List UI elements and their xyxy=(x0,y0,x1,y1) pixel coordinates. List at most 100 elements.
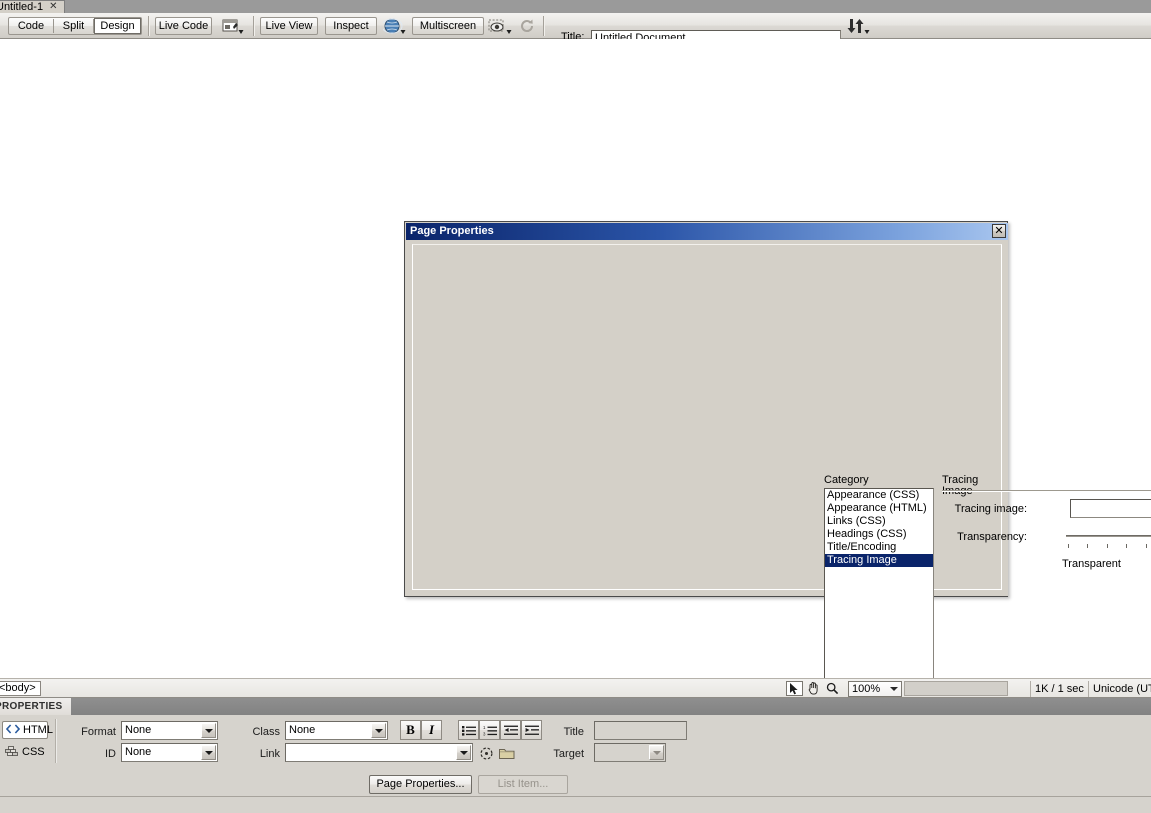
format-value: None xyxy=(125,724,152,736)
list-item-button: List Item... xyxy=(478,775,568,794)
css-grid-icon xyxy=(5,745,19,759)
panel-bottom-fill xyxy=(0,797,1151,813)
magnifier-icon[interactable] xyxy=(824,681,841,696)
italic-button[interactable]: I xyxy=(421,720,442,740)
refresh-icon[interactable] xyxy=(516,17,538,35)
multiscreen-button[interactable]: Multiscreen xyxy=(412,17,484,35)
live-view-label: Live View xyxy=(265,19,313,32)
chevron-down-icon[interactable] xyxy=(649,745,664,760)
bold-label: B xyxy=(406,722,415,737)
class-label: Class xyxy=(252,726,280,738)
properties-panel-title: PROPERTIES xyxy=(0,701,63,712)
unordered-list-icon[interactable] xyxy=(458,720,479,740)
transparency-slider-track[interactable] xyxy=(1066,535,1151,538)
tracing-image-label: Tracing image: xyxy=(954,503,1027,515)
properties-panel-divider xyxy=(55,719,57,763)
target-select[interactable] xyxy=(594,743,666,762)
class-select[interactable]: None xyxy=(285,721,388,740)
globe-browser-icon[interactable] xyxy=(382,17,408,35)
download-size-indicator: 1K / 1 sec xyxy=(1030,681,1087,697)
zoom-level-value: 100% xyxy=(852,682,881,695)
inspect-button[interactable]: Inspect xyxy=(325,17,377,35)
ordered-list-icon[interactable]: 1 3 xyxy=(479,720,500,740)
tab-split[interactable]: Split xyxy=(54,18,93,34)
category-item-label: Links (CSS) xyxy=(827,515,886,527)
toolbar-divider-2 xyxy=(253,16,255,36)
document-tab-label: Untitled-1 xyxy=(0,0,44,13)
outdent-icon[interactable] xyxy=(500,720,521,740)
tab-code-label: Code xyxy=(17,19,45,32)
tab-design[interactable]: Design xyxy=(94,18,141,34)
mode-html-label: HTML xyxy=(23,723,53,736)
encoding-label: Unicode (UTF xyxy=(1093,682,1151,695)
id-value: None xyxy=(125,746,152,758)
id-label: ID xyxy=(105,748,116,760)
tag-selector-label: <body> xyxy=(0,682,36,694)
multiscreen-label: Multiscreen xyxy=(419,19,477,32)
category-label: Category xyxy=(824,474,869,486)
dialog-titlebar[interactable]: Page Properties ✕ xyxy=(406,223,1008,240)
zoom-level-select[interactable]: 100% xyxy=(848,681,902,697)
download-progress-bar xyxy=(904,681,1008,696)
select-arrow-icon[interactable] xyxy=(786,681,803,696)
bold-button[interactable]: B xyxy=(400,720,421,740)
folder-icon[interactable] xyxy=(499,747,515,763)
chevron-down-icon[interactable] xyxy=(201,745,216,760)
dialog-title: Page Properties xyxy=(410,225,494,237)
close-icon[interactable]: ✕ xyxy=(49,2,57,12)
visual-aids-eye-icon[interactable] xyxy=(487,17,515,35)
tab-properties[interactable]: PROPERTIES xyxy=(0,698,71,715)
svg-text:1: 1 xyxy=(483,725,486,730)
code-brackets-icon xyxy=(5,723,21,737)
format-select[interactable]: None xyxy=(121,721,218,740)
link-combo[interactable] xyxy=(285,743,473,762)
view-mode-group: Code Split Design xyxy=(8,17,142,35)
chevron-down-icon[interactable] xyxy=(201,723,216,738)
link-title-label: Title xyxy=(563,726,584,738)
live-view-button[interactable]: Live View xyxy=(260,17,318,35)
toolbar-divider-1 xyxy=(148,16,150,36)
dreamweaver-app-window: Untitled-1 ✕ Code Split Design Live Code xyxy=(0,0,1151,813)
tab-split-label: Split xyxy=(62,19,85,32)
mode-css-button[interactable]: CSS xyxy=(2,743,48,761)
toolbar-divider-3 xyxy=(543,16,545,36)
tag-selector-body[interactable]: <body> xyxy=(0,681,41,696)
italic-label: I xyxy=(428,722,435,737)
live-code-options-icon[interactable] xyxy=(218,17,248,35)
category-item-label: Appearance (CSS) xyxy=(827,489,920,501)
tab-code[interactable]: Code xyxy=(9,18,53,34)
document-toolbar: Code Split Design Live Code Live View In… xyxy=(0,13,1151,46)
pane-title: Tracing Image xyxy=(942,474,979,497)
live-code-button[interactable]: Live Code xyxy=(155,17,212,35)
id-select[interactable]: None xyxy=(121,743,218,762)
properties-panel-header: PROPERTIES xyxy=(0,698,1151,715)
category-item-appearance-css[interactable]: Appearance (CSS) xyxy=(825,489,933,502)
download-size-label: 1K / 1 sec xyxy=(1035,682,1084,695)
chevron-down-icon[interactable] xyxy=(371,723,386,738)
chevron-down-icon[interactable] xyxy=(456,745,471,760)
properties-panel: HTML CSS Format None ID None Class None … xyxy=(0,715,1151,797)
link-title-input[interactable] xyxy=(594,721,687,740)
indent-icon[interactable] xyxy=(521,720,542,740)
category-item-label: Title/Encoding xyxy=(827,541,897,553)
page-properties-dialog: Page Properties ✕ Category Appearance (C… xyxy=(404,221,1151,793)
transparency-label: Transparency: xyxy=(957,531,1027,543)
mode-html-button[interactable]: HTML xyxy=(2,721,53,739)
status-bar: <body> 100% 1K / 1 sec Unicode (U xyxy=(0,678,1151,698)
close-icon[interactable]: ✕ xyxy=(992,224,1006,238)
mode-css-label: CSS xyxy=(22,745,45,758)
hand-icon[interactable] xyxy=(805,681,822,696)
category-item-tracing-image[interactable]: Tracing Image xyxy=(825,554,933,567)
category-item-links-css[interactable]: Links (CSS) xyxy=(825,515,933,528)
category-item-label: Tracing Image xyxy=(827,554,897,566)
page-properties-button[interactable]: Page Properties... xyxy=(369,775,472,794)
tracing-image-input[interactable] xyxy=(1070,499,1151,518)
tab-design-label: Design xyxy=(100,19,135,32)
target-label: Target xyxy=(553,748,584,760)
point-to-file-icon[interactable] xyxy=(479,746,494,764)
file-management-icon[interactable] xyxy=(845,17,871,35)
pane-title-rule xyxy=(942,490,1151,492)
document-tab-untitled-1[interactable]: Untitled-1 ✕ xyxy=(0,0,65,13)
category-item-label: Headings (CSS) xyxy=(827,528,907,540)
format-label: Format xyxy=(81,726,116,738)
